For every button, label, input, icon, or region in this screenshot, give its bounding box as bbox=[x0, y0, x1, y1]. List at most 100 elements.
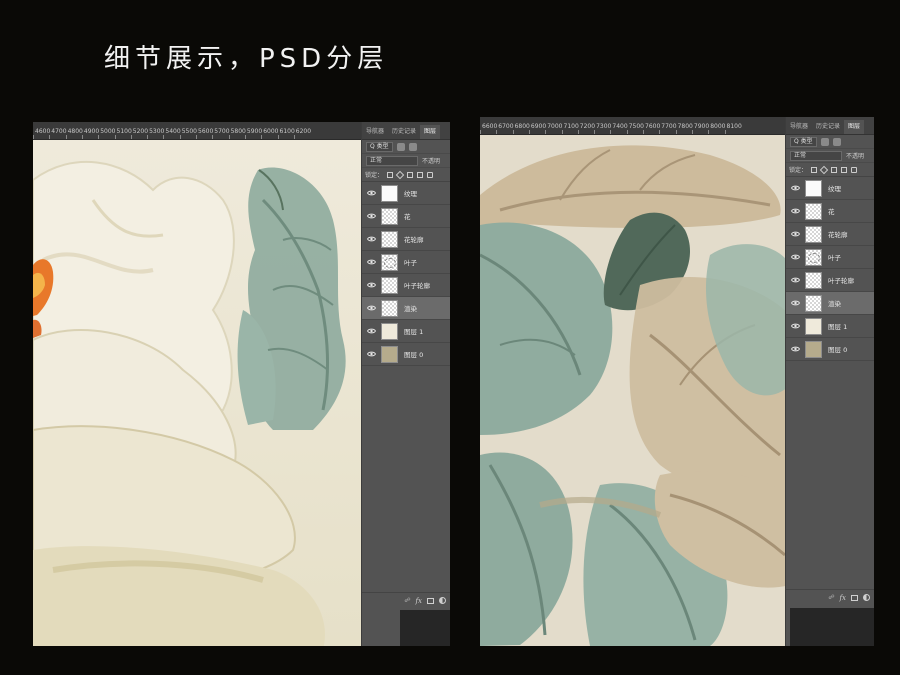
visibility-eye-icon[interactable] bbox=[365, 303, 377, 313]
fx-icon[interactable]: fx bbox=[839, 594, 846, 602]
visibility-eye-icon[interactable] bbox=[789, 206, 801, 216]
lock-move-icon[interactable] bbox=[407, 171, 414, 178]
layer-row[interactable]: 花轮廓 bbox=[362, 228, 450, 251]
ruler-tick-label: 5500 bbox=[181, 128, 197, 135]
adjustment-icon[interactable] bbox=[863, 594, 870, 601]
layer-name: 叶子 bbox=[828, 254, 841, 262]
ruler-tick-label: 6900 bbox=[530, 123, 547, 130]
ruler-tick-label: 6800 bbox=[514, 123, 530, 130]
visibility-eye-icon[interactable] bbox=[365, 349, 377, 359]
layer-row[interactable]: 叶子轮廓 bbox=[786, 269, 874, 292]
visibility-eye-icon[interactable] bbox=[789, 252, 801, 262]
visibility-eye-icon[interactable] bbox=[789, 298, 801, 308]
panel-tabbar: 导航器 历史记录 图层 bbox=[362, 122, 450, 140]
layer-thumbnail bbox=[805, 340, 822, 358]
horizontal-ruler: 4600 4700 4800 4900 5000 5100 5200 5300 5400 5500… bbox=[33, 122, 361, 140]
blend-mode-dropdown[interactable]: 正常 bbox=[366, 155, 418, 166]
layer-thumbnail bbox=[381, 230, 398, 248]
layer-row[interactable]: 图层 1 bbox=[362, 320, 450, 343]
ruler-tick-label: 5300 bbox=[149, 128, 165, 135]
tab-layers[interactable]: 图层 bbox=[420, 125, 441, 139]
layer-name: 花轮廓 bbox=[828, 231, 848, 239]
ruler-tick-label: 6000 bbox=[263, 128, 279, 135]
layer-thumbnail bbox=[381, 207, 398, 225]
ruler-tick-label: 7100 bbox=[563, 123, 579, 130]
link-icon[interactable]: ☍ bbox=[404, 597, 410, 604]
lock-all-icon[interactable] bbox=[427, 171, 434, 178]
visibility-eye-icon[interactable] bbox=[365, 234, 377, 244]
layer-row[interactable]: 花 bbox=[362, 205, 450, 228]
layer-thumbnail bbox=[805, 179, 822, 197]
panel-footer: ☍ fx bbox=[786, 589, 874, 605]
layer-row[interactable]: 图层 0 bbox=[362, 343, 450, 366]
document-canvas[interactable] bbox=[480, 135, 790, 646]
visibility-eye-icon[interactable] bbox=[365, 211, 377, 221]
ruler-tick-label: 6200 bbox=[295, 128, 312, 135]
layer-name: 叶子轮廓 bbox=[404, 282, 430, 290]
filter-adjustment-icon[interactable] bbox=[832, 137, 841, 146]
tab-navigator[interactable]: 导航器 bbox=[786, 120, 812, 134]
layer-row[interactable]: 花轮廓 bbox=[786, 223, 874, 246]
tab-layers[interactable]: 图层 bbox=[844, 120, 865, 134]
layer-row[interactable]: 叶子轮廓 bbox=[362, 274, 450, 297]
lock-artboard-icon[interactable] bbox=[841, 166, 848, 173]
tab-history[interactable]: 历史记录 bbox=[812, 120, 844, 134]
link-icon[interactable]: ☍ bbox=[828, 594, 834, 601]
layer-name: 叶子 bbox=[404, 259, 417, 267]
lock-transparent-icon[interactable] bbox=[811, 166, 818, 173]
lock-move-icon[interactable] bbox=[831, 166, 838, 173]
visibility-eye-icon[interactable] bbox=[789, 344, 801, 354]
visibility-eye-icon[interactable] bbox=[789, 229, 801, 239]
layer-row[interactable]: 渲染 bbox=[786, 292, 874, 315]
layer-thumbnail bbox=[805, 248, 822, 266]
layer-row[interactable]: 图层 1 bbox=[786, 315, 874, 338]
ruler-tick-label: 5600 bbox=[198, 128, 214, 135]
lock-brush-icon[interactable] bbox=[819, 165, 829, 174]
layer-row[interactable]: 图层 0 bbox=[786, 338, 874, 361]
visibility-eye-icon[interactable] bbox=[365, 188, 377, 198]
document-canvas[interactable] bbox=[33, 140, 361, 646]
ruler-tick-label: 6100 bbox=[279, 128, 295, 135]
blend-mode-dropdown[interactable]: 正常 bbox=[790, 150, 842, 161]
ruler-tick-label: 5200 bbox=[132, 128, 149, 135]
layer-thumbnail bbox=[805, 225, 822, 243]
tab-history[interactable]: 历史记录 bbox=[388, 125, 420, 139]
layer-row[interactable]: 渲染 bbox=[362, 297, 450, 320]
adjustment-icon[interactable] bbox=[439, 597, 446, 604]
visibility-eye-icon[interactable] bbox=[789, 275, 801, 285]
filter-type-dropdown[interactable]: Q 类型 bbox=[790, 136, 817, 147]
ruler-tick-label: 4800 bbox=[67, 128, 83, 135]
filter-adjustment-icon[interactable] bbox=[408, 142, 417, 151]
filter-type-dropdown[interactable]: Q 类型 bbox=[366, 141, 393, 152]
fx-icon[interactable]: fx bbox=[415, 597, 422, 605]
visibility-eye-icon[interactable] bbox=[789, 321, 801, 331]
visibility-eye-icon[interactable] bbox=[365, 326, 377, 336]
layer-row[interactable]: 纹理 bbox=[786, 177, 874, 200]
lock-transparent-icon[interactable] bbox=[387, 171, 394, 178]
lock-brush-icon[interactable] bbox=[395, 170, 405, 179]
layer-row[interactable]: 叶子 bbox=[362, 251, 450, 274]
layer-row[interactable]: 叶子 bbox=[786, 246, 874, 269]
ruler-tick-label: 7500 bbox=[628, 123, 644, 130]
ruler-tick-label: 4600 bbox=[35, 128, 51, 135]
ruler-tick-label: 7000 bbox=[547, 123, 563, 130]
ruler-tick-label: 5100 bbox=[116, 128, 132, 135]
layer-row[interactable]: 纹理 bbox=[362, 182, 450, 205]
lock-artboard-icon[interactable] bbox=[417, 171, 424, 178]
mask-icon[interactable] bbox=[851, 594, 858, 601]
mask-icon[interactable] bbox=[427, 597, 434, 604]
layer-thumbnail bbox=[805, 294, 822, 312]
visibility-eye-icon[interactable] bbox=[365, 280, 377, 290]
filter-pixel-icon[interactable] bbox=[820, 137, 829, 146]
visibility-eye-icon[interactable] bbox=[789, 183, 801, 193]
visibility-eye-icon[interactable] bbox=[365, 257, 377, 267]
lock-all-icon[interactable] bbox=[851, 166, 858, 173]
panel-gutter bbox=[790, 608, 874, 646]
ruler-tick-label: 7400 bbox=[612, 123, 628, 130]
lock-row: 锁定： bbox=[786, 163, 874, 177]
blend-row: 正常 不透明 bbox=[786, 149, 874, 163]
filter-pixel-icon[interactable] bbox=[396, 142, 405, 151]
ruler-tick-label: 7300 bbox=[596, 123, 612, 130]
layer-row[interactable]: 花 bbox=[786, 200, 874, 223]
tab-navigator[interactable]: 导航器 bbox=[362, 125, 388, 139]
